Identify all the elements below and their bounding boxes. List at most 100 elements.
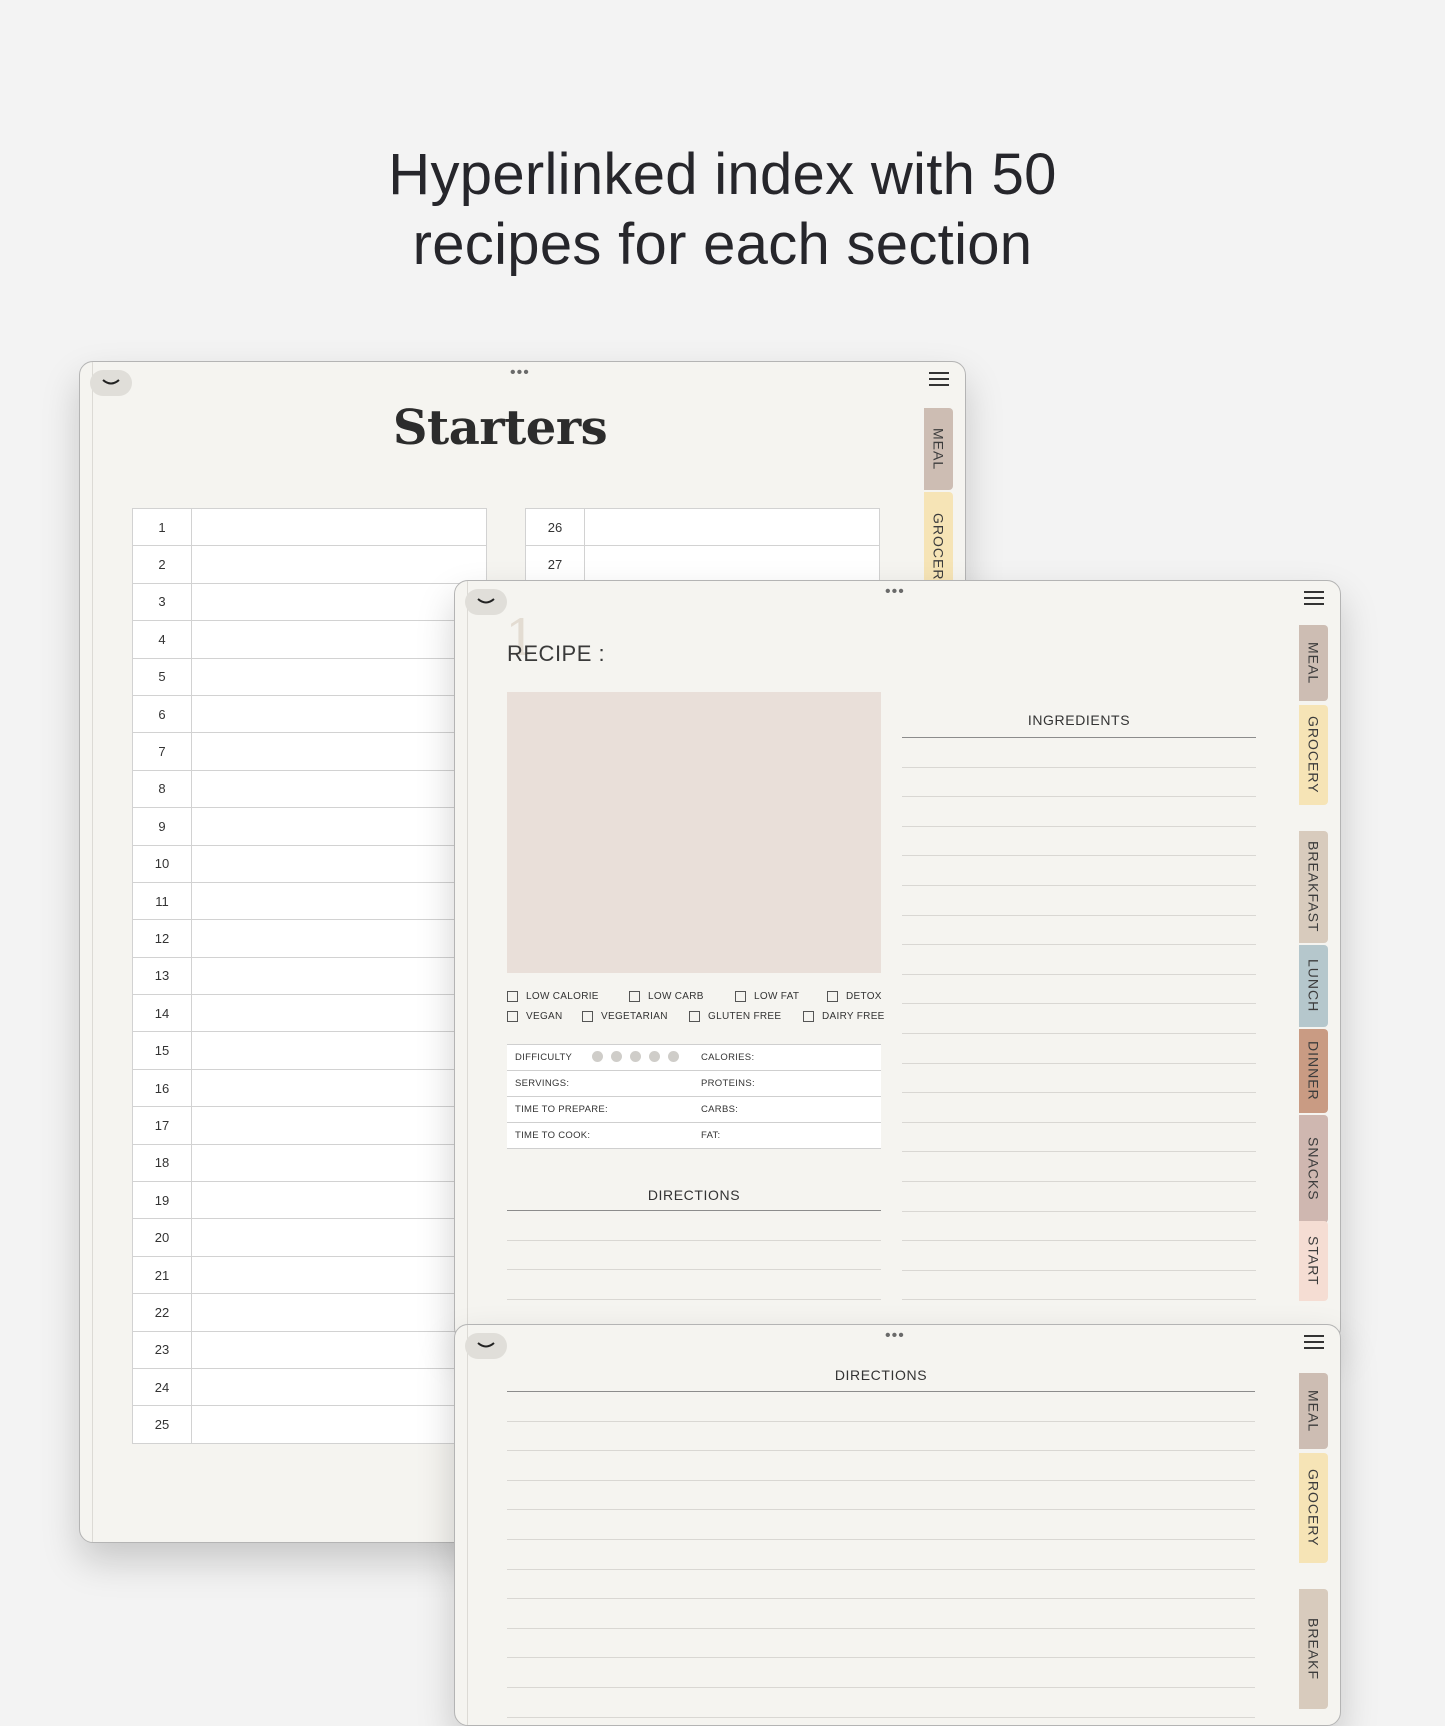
index-row[interactable]: 9	[132, 807, 487, 846]
index-recipe-link[interactable]	[191, 620, 487, 659]
difficulty-dot-icon[interactable]	[649, 1050, 661, 1062]
index-recipe-link[interactable]	[191, 994, 487, 1033]
index-row[interactable]: 7	[132, 732, 487, 771]
index-recipe-link[interactable]	[191, 582, 487, 622]
info-row[interactable]: FAT:	[693, 1123, 881, 1149]
index-recipe-link[interactable]	[191, 657, 487, 696]
index-row[interactable]: 10	[132, 844, 487, 883]
index-row[interactable]: 5	[132, 657, 487, 696]
more-options-icon[interactable]: •••	[885, 584, 905, 600]
index-recipe-link[interactable]	[191, 807, 487, 846]
tab-grocery[interactable]: GROCERY	[1299, 1453, 1328, 1563]
difficulty-dot-icon[interactable]	[668, 1050, 680, 1062]
checkbox-icon[interactable]	[689, 1011, 700, 1022]
index-recipe-link[interactable]	[191, 881, 487, 921]
tab-start[interactable]: START	[1299, 1221, 1328, 1301]
info-row[interactable]: TIME TO COOK:	[507, 1123, 695, 1149]
checkbox-icon[interactable]	[507, 991, 518, 1002]
checkbox-icon[interactable]	[735, 991, 746, 1002]
diet-checkbox[interactable]: DAIRY FREE	[803, 1011, 885, 1022]
difficulty-rating[interactable]	[584, 1050, 680, 1065]
index-recipe-link[interactable]	[191, 769, 487, 809]
diet-checkbox[interactable]: DETOX	[827, 991, 882, 1002]
index-recipe-link[interactable]	[584, 545, 880, 584]
collapse-chevron-icon[interactable]	[90, 370, 132, 396]
tab-dinner[interactable]: DINNER	[1299, 1029, 1328, 1113]
tab-grocery[interactable]: GROCERY	[1299, 705, 1328, 805]
index-row[interactable]: 6	[132, 694, 487, 734]
more-options-icon[interactable]: •••	[885, 1328, 905, 1344]
index-row[interactable]: 23	[132, 1330, 487, 1369]
checkbox-icon[interactable]	[803, 1011, 814, 1022]
checkbox-icon[interactable]	[582, 1011, 593, 1022]
index-row[interactable]: 22	[132, 1293, 487, 1332]
index-row[interactable]: 17	[132, 1106, 487, 1145]
index-row[interactable]: 21	[132, 1255, 487, 1295]
tab-meal[interactable]: MEAL	[924, 408, 953, 490]
index-row[interactable]: 20	[132, 1218, 487, 1257]
diet-checkbox[interactable]: LOW FAT	[735, 991, 799, 1002]
index-row[interactable]: 14	[132, 994, 487, 1033]
tab-breakfast[interactable]: BREAKF	[1299, 1589, 1328, 1709]
info-row[interactable]: SERVINGS:	[507, 1071, 695, 1097]
index-row[interactable]: 4	[132, 620, 487, 659]
index-recipe-link[interactable]	[191, 1068, 487, 1108]
index-row[interactable]: 26	[525, 507, 880, 547]
index-row[interactable]: 27	[525, 545, 880, 584]
index-recipe-link[interactable]	[191, 1330, 487, 1369]
index-recipe-link[interactable]	[191, 1405, 487, 1444]
checkbox-icon[interactable]	[507, 1011, 518, 1022]
checkbox-icon[interactable]	[827, 991, 838, 1002]
index-row[interactable]: 15	[132, 1031, 487, 1070]
info-row[interactable]: CALORIES:	[693, 1045, 881, 1071]
tab-meal[interactable]: MEAL	[1299, 1373, 1328, 1449]
tab-meal[interactable]: MEAL	[1299, 625, 1328, 701]
info-row[interactable]: DIFFICULTY	[507, 1045, 695, 1071]
index-row[interactable]: 25	[132, 1405, 487, 1444]
difficulty-dot-icon[interactable]	[630, 1050, 642, 1062]
index-row[interactable]: 1	[132, 507, 487, 547]
index-recipe-link[interactable]	[191, 507, 487, 547]
index-recipe-link[interactable]	[191, 919, 487, 958]
index-recipe-link[interactable]	[191, 956, 487, 996]
more-options-icon[interactable]: •••	[510, 365, 530, 381]
hamburger-menu-icon[interactable]	[1304, 591, 1324, 609]
tab-breakfast[interactable]: BREAKFAST	[1299, 831, 1328, 943]
diet-checkbox[interactable]: LOW CARB	[629, 991, 704, 1002]
diet-checkbox[interactable]: VEGETARIAN	[582, 1011, 668, 1022]
checkbox-icon[interactable]	[629, 991, 640, 1002]
index-row[interactable]: 12	[132, 919, 487, 958]
index-recipe-link[interactable]	[191, 1255, 487, 1295]
tab-snacks[interactable]: SNACKS	[1299, 1115, 1328, 1223]
hamburger-menu-icon[interactable]	[929, 372, 949, 390]
info-row[interactable]: CARBS:	[693, 1097, 881, 1123]
index-row[interactable]: 3	[132, 582, 487, 622]
index-recipe-link[interactable]	[191, 1218, 487, 1257]
collapse-chevron-icon[interactable]	[465, 589, 507, 615]
difficulty-dot-icon[interactable]	[592, 1050, 604, 1062]
diet-checkbox[interactable]: GLUTEN FREE	[689, 1011, 781, 1022]
collapse-chevron-icon[interactable]	[465, 1333, 507, 1359]
index-recipe-link[interactable]	[191, 1367, 487, 1407]
index-row[interactable]: 18	[132, 1143, 487, 1183]
index-recipe-link[interactable]	[191, 694, 487, 734]
hamburger-menu-icon[interactable]	[1304, 1335, 1324, 1353]
index-row[interactable]: 8	[132, 769, 487, 809]
recipe-photo-placeholder[interactable]	[507, 692, 881, 973]
index-recipe-link[interactable]	[191, 1143, 487, 1183]
tab-lunch[interactable]: LUNCH	[1299, 945, 1328, 1027]
index-recipe-link[interactable]	[191, 844, 487, 883]
info-row[interactable]: PROTEINS:	[693, 1071, 881, 1097]
index-row[interactable]: 16	[132, 1068, 487, 1108]
index-row[interactable]: 13	[132, 956, 487, 996]
index-recipe-link[interactable]	[191, 1293, 487, 1332]
index-recipe-link[interactable]	[191, 545, 487, 584]
index-row[interactable]: 11	[132, 881, 487, 921]
index-row[interactable]: 24	[132, 1367, 487, 1407]
diet-checkbox[interactable]: VEGAN	[507, 1011, 563, 1022]
info-row[interactable]: TIME TO PREPARE:	[507, 1097, 695, 1123]
index-recipe-link[interactable]	[191, 1181, 487, 1220]
difficulty-dot-icon[interactable]	[611, 1050, 623, 1062]
index-recipe-link[interactable]	[584, 507, 880, 547]
index-recipe-link[interactable]	[191, 732, 487, 771]
